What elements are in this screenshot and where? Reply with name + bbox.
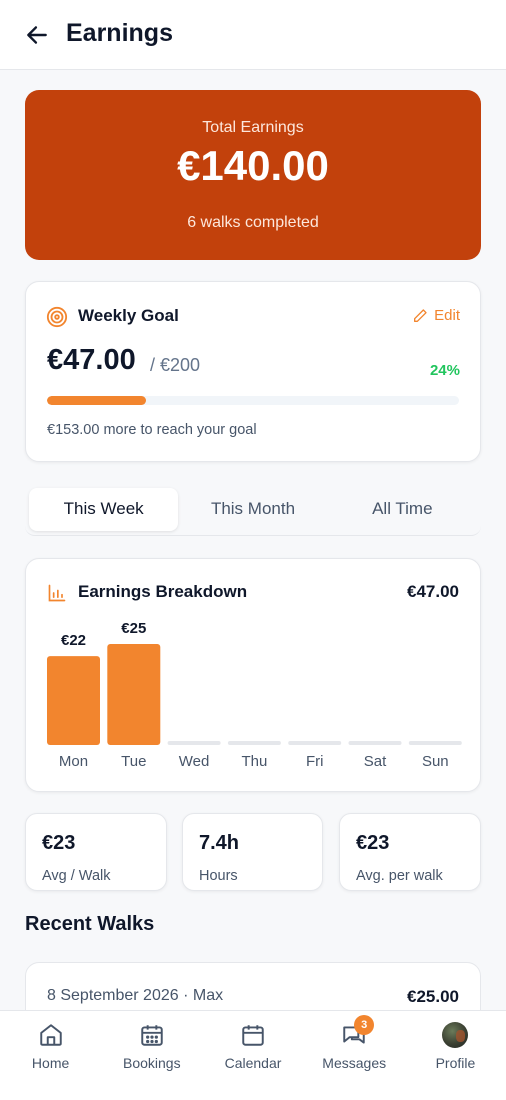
- edit-goal-button[interactable]: Edit: [412, 307, 460, 324]
- x-tick-label: Wed: [179, 753, 210, 770]
- walks-completed-text: 6 walks completed: [187, 214, 319, 231]
- goal-target-amount: / €200: [150, 355, 201, 375]
- weekly-goal-card: Weekly Goal Edit €47.00 / €200 24% €153.…: [25, 281, 481, 462]
- bar-sat: [348, 741, 402, 745]
- pencil-icon: [414, 308, 427, 322]
- nav-label: Profile: [435, 1055, 476, 1071]
- bar-tue: [107, 644, 161, 745]
- back-arrow-icon[interactable]: [24, 22, 50, 48]
- calendar-icon: [242, 1025, 264, 1046]
- x-tick-label: Sat: [364, 753, 387, 770]
- bar-wed: [167, 741, 221, 745]
- nav-label: Messages: [322, 1055, 387, 1071]
- nav-label: Calendar: [224, 1055, 282, 1071]
- nav-item-bookings[interactable]: Bookings: [101, 1011, 202, 1100]
- goal-progress-bar: [47, 396, 459, 405]
- nav-label: Bookings: [123, 1055, 181, 1071]
- weekly-goal-title: Weekly Goal: [78, 306, 179, 325]
- bar-fri: [288, 741, 342, 745]
- stat-label: Avg / Walk: [42, 868, 111, 884]
- x-tick-label: Tue: [121, 753, 146, 770]
- edit-goal-label: Edit: [434, 307, 460, 324]
- tab-this-week[interactable]: This Week: [29, 488, 179, 531]
- bar-sun: [408, 741, 462, 745]
- x-tick-label: Thu: [241, 753, 267, 770]
- walk-amount: €25.00: [407, 987, 459, 1006]
- total-earnings-card: Total Earnings €140.00 6 walks completed: [25, 90, 481, 260]
- stat-card-avg-per-walk: €23 Avg. per walk: [339, 813, 481, 891]
- bar-mon: [47, 656, 100, 745]
- nav-item-home[interactable]: Home: [0, 1011, 101, 1100]
- bottom-nav: Home Bookings Calendar 3 Messages Profil…: [0, 1010, 506, 1100]
- goal-current-amount: €47.00: [47, 344, 136, 376]
- nav-label: Home: [31, 1055, 70, 1071]
- x-tick-label: Fri: [306, 753, 324, 770]
- nav-item-profile[interactable]: Profile: [405, 1011, 506, 1100]
- avatar: [442, 1022, 469, 1048]
- nav-item-messages[interactable]: 3 Messages: [304, 1011, 405, 1100]
- total-earnings-amount: €140.00: [177, 142, 329, 189]
- bar-value-label: €22: [61, 632, 86, 649]
- walk-meta: 8 September 2026 · Max: [47, 987, 224, 1004]
- bar-value-label: €25: [121, 620, 146, 637]
- x-tick-label: Sun: [422, 753, 449, 770]
- stat-value: €23: [356, 832, 390, 854]
- app-header: Earnings: [0, 0, 506, 70]
- tab-this-month[interactable]: This Month: [178, 488, 327, 531]
- home-icon: [39, 1024, 62, 1046]
- stat-value: €23: [42, 832, 76, 854]
- target-icon: [46, 306, 68, 328]
- page-title: Earnings: [66, 19, 173, 47]
- goal-percent: 24%: [429, 362, 460, 379]
- goal-progress-fill: [47, 396, 146, 405]
- bar-thu: [227, 741, 281, 745]
- stat-value: 7.4h: [199, 832, 240, 854]
- stat-label: Hours: [199, 868, 238, 884]
- recent-walks-title: Recent Walks: [25, 913, 155, 935]
- stat-card-avg-walk: €23 Avg / Walk: [25, 813, 167, 891]
- stat-card-hours: 7.4h Hours: [182, 813, 323, 891]
- total-earnings-label: Total Earnings: [202, 119, 304, 136]
- messages-badge: 3: [354, 1015, 375, 1035]
- period-tabs: This Week This Month All Time: [25, 484, 481, 536]
- stat-label: Avg. per walk: [356, 868, 443, 884]
- nav-item-calendar[interactable]: Calendar: [202, 1011, 303, 1100]
- calendar-grid-icon: [141, 1025, 163, 1046]
- x-tick-label: Mon: [59, 753, 88, 770]
- earnings-bar-chart: €22 Mon €25 Tue Wed Thu Fri Sat Sun: [47, 620, 462, 770]
- earnings-breakdown-card: Earnings Breakdown €47.00 €22 Mon €25 Tue We…: [25, 558, 481, 792]
- tab-all-time[interactable]: All Time: [328, 488, 477, 531]
- goal-remaining-text: €153.00 more to reach your goal: [47, 422, 257, 438]
